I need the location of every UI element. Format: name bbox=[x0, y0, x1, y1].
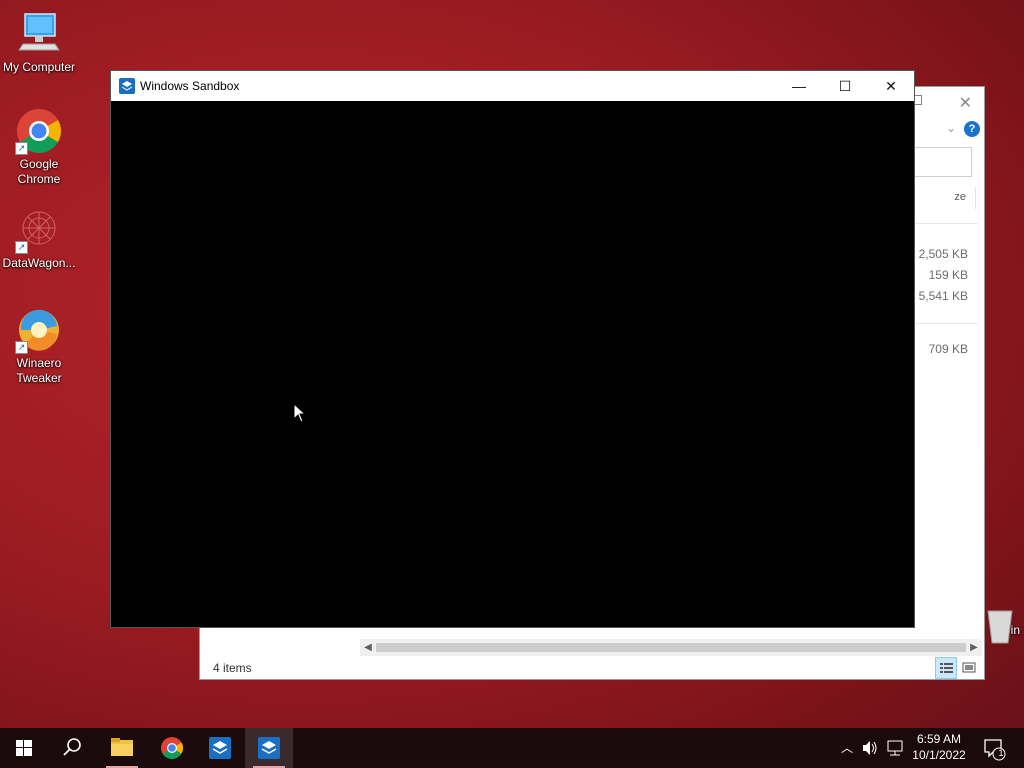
winaero-icon: ↗ bbox=[15, 306, 63, 354]
desktop-icon-label: Winaero Tweaker bbox=[16, 356, 62, 385]
maximize-button[interactable]: ☐ bbox=[822, 71, 868, 101]
minimize-button[interactable]: — bbox=[776, 71, 822, 101]
taskbar-sandbox-active[interactable] bbox=[245, 728, 293, 768]
help-icon[interactable]: ? bbox=[964, 121, 980, 137]
details-view-button[interactable] bbox=[935, 657, 957, 679]
details-view-icon bbox=[940, 663, 953, 673]
volume-icon[interactable] bbox=[860, 728, 880, 768]
shortcut-arrow-icon: ↗ bbox=[15, 341, 28, 354]
mouse-cursor-icon bbox=[293, 403, 307, 423]
chrome-icon: ↗ bbox=[15, 107, 63, 155]
scroll-left-icon[interactable]: ◀ bbox=[360, 639, 376, 656]
clock-date: 10/1/2022 bbox=[912, 748, 966, 762]
file-size: 2,505 KB bbox=[918, 247, 968, 261]
sandbox-icon bbox=[119, 78, 135, 94]
chrome-icon bbox=[161, 737, 183, 759]
datawagon-icon: ↗ bbox=[15, 206, 63, 254]
shortcut-arrow-icon: ↗ bbox=[15, 241, 28, 254]
windows-sandbox-window[interactable]: Windows Sandbox — ☐ ✕ bbox=[110, 70, 915, 628]
column-header-size[interactable]: ze bbox=[954, 191, 966, 203]
chevron-down-icon[interactable]: ⌄ bbox=[946, 121, 956, 135]
scrollbar-thumb[interactable] bbox=[376, 643, 966, 652]
computer-icon bbox=[15, 10, 63, 58]
column-divider[interactable] bbox=[975, 187, 976, 209]
large-icons-view-icon bbox=[962, 662, 976, 673]
system-clock[interactable]: 6:59 AM 10/1/2022 bbox=[903, 731, 975, 763]
desktop-icon-winaero-tweaker[interactable]: ↗ Winaero Tweaker bbox=[1, 306, 77, 386]
taskbar-sandbox[interactable] bbox=[196, 728, 244, 768]
sandbox-icon bbox=[209, 737, 231, 759]
desktop-icon-label: Google Chrome bbox=[17, 157, 61, 186]
file-size: 5,541 KB bbox=[918, 289, 968, 303]
desktop-icon-label: DataWagon... bbox=[2, 256, 76, 270]
notification-count-badge: 1 bbox=[998, 748, 1004, 758]
file-explorer-icon bbox=[111, 738, 133, 756]
taskbar-chrome[interactable] bbox=[148, 728, 196, 768]
close-icon[interactable]: ✕ bbox=[959, 93, 972, 113]
clock-time: 6:59 AM bbox=[916, 732, 962, 746]
shortcut-arrow-icon: ↗ bbox=[15, 142, 28, 155]
recycle-bin-icon bbox=[980, 605, 1020, 645]
sandbox-icon bbox=[258, 737, 280, 759]
show-hidden-icons-chevron-up-icon[interactable]: ︿ bbox=[838, 728, 856, 768]
close-button[interactable]: ✕ bbox=[868, 71, 914, 101]
start-icon bbox=[16, 740, 32, 756]
desktop-icon-my-computer[interactable]: My Computer bbox=[1, 10, 77, 75]
window-title: Windows Sandbox bbox=[140, 79, 240, 93]
desktop-icon-google-chrome[interactable]: ↗ Google Chrome bbox=[1, 107, 77, 187]
desktop-icon-datawagon[interactable]: ↗ DataWagon... bbox=[1, 206, 77, 271]
scroll-right-icon[interactable]: ▶ bbox=[966, 639, 982, 656]
taskbar-file-explorer[interactable] bbox=[98, 728, 146, 768]
horizontal-scrollbar[interactable]: ◀ ▶ bbox=[360, 639, 982, 656]
search-button[interactable] bbox=[48, 728, 96, 768]
taskbar: ︿ 6:59 AM 10/1/2022 1 bbox=[0, 728, 1024, 768]
search-icon bbox=[63, 738, 81, 756]
file-size: 159 KB bbox=[928, 268, 968, 282]
status-item-count: 4 items bbox=[213, 661, 252, 675]
title-bar[interactable]: Windows Sandbox — ☐ ✕ bbox=[111, 71, 914, 101]
start-button[interactable] bbox=[0, 728, 48, 768]
file-size: 709 KB bbox=[928, 342, 968, 356]
large-icons-view-button[interactable] bbox=[958, 657, 980, 679]
desktop-icon-label: My Computer bbox=[2, 60, 76, 74]
